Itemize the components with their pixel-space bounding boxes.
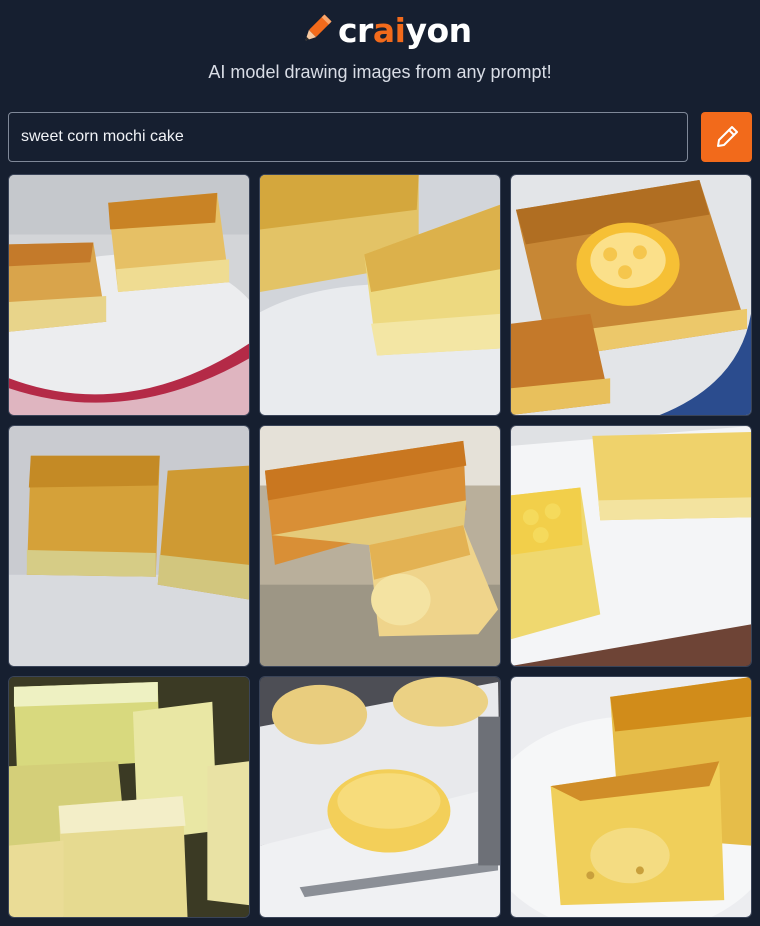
result-image-1[interactable] — [8, 174, 250, 416]
pencil-icon — [716, 126, 738, 147]
result-image-2[interactable] — [259, 174, 501, 416]
draw-button[interactable] — [701, 112, 752, 162]
logo[interactable]: craiyon — [298, 10, 472, 50]
result-image-7[interactable] — [8, 676, 250, 918]
result-image-9[interactable] — [510, 676, 752, 918]
result-image-4[interactable] — [8, 425, 250, 667]
header: craiyon AI model drawing images from any… — [0, 0, 760, 100]
tagline: AI model drawing images from any prompt! — [208, 62, 552, 82]
result-image-8[interactable] — [259, 676, 501, 918]
pencil-logo-icon — [305, 14, 332, 41]
result-image-3[interactable] — [510, 174, 752, 416]
brand-name: craiyon — [338, 10, 472, 50]
result-image-6[interactable] — [510, 425, 752, 667]
result-grid — [8, 174, 752, 918]
result-image-5[interactable] — [259, 425, 501, 667]
prompt-input[interactable] — [8, 112, 688, 162]
